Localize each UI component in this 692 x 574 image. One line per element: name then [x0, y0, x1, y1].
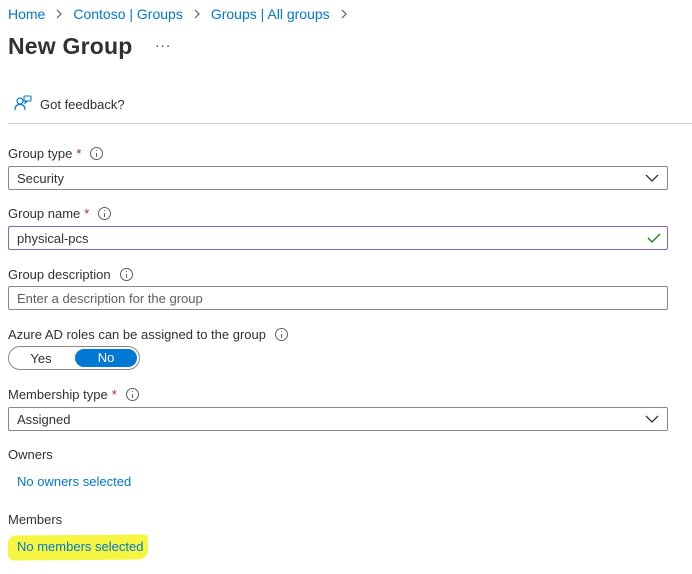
- chevron-right-icon: [50, 7, 68, 21]
- membership-type-dropdown[interactable]: Assigned: [8, 407, 668, 431]
- group-type-value: Security: [17, 170, 64, 186]
- group-name-value: physical-pcs: [17, 230, 89, 246]
- azure-ad-roles-label-text: Azure AD roles can be assigned to the gr…: [8, 327, 266, 342]
- group-description-placeholder: Enter a description for the group: [17, 290, 203, 306]
- chevron-right-icon: [188, 7, 206, 21]
- divider: [8, 123, 692, 124]
- group-name-input[interactable]: physical-pcs: [8, 226, 668, 250]
- toggle-no-option[interactable]: No: [75, 349, 137, 367]
- chevron-down-icon: [645, 172, 659, 187]
- group-description-input[interactable]: Enter a description for the group: [8, 286, 668, 310]
- feedback-icon: [14, 95, 40, 114]
- group-description-label-text: Group description: [8, 267, 111, 282]
- more-options-button[interactable]: ...: [155, 34, 171, 52]
- group-type-dropdown[interactable]: Security: [8, 166, 668, 190]
- toggle-yes-option[interactable]: Yes: [9, 351, 73, 366]
- page-title: New Group: [8, 33, 133, 59]
- required-mark: *: [76, 146, 82, 161]
- azure-ad-roles-toggle[interactable]: Yes No: [8, 346, 140, 370]
- breadcrumb-contoso-groups[interactable]: Contoso | Groups: [73, 6, 182, 22]
- breadcrumb-home[interactable]: Home: [8, 6, 45, 22]
- no-members-selected-link[interactable]: No members selected: [17, 539, 143, 554]
- membership-type-label: Membership type *: [8, 387, 139, 402]
- feedback-label: Got feedback?: [40, 97, 125, 112]
- group-name-label-text: Group name: [8, 206, 81, 221]
- required-mark: *: [111, 387, 117, 402]
- info-icon[interactable]: [119, 268, 133, 281]
- breadcrumb: Home Contoso | Groups Groups | All group…: [8, 6, 358, 22]
- membership-type-label-text: Membership type: [8, 387, 108, 402]
- chevron-down-icon: [645, 413, 659, 428]
- group-description-label: Group description: [8, 267, 133, 282]
- info-icon[interactable]: [98, 207, 112, 220]
- info-icon[interactable]: [275, 328, 288, 341]
- owners-label: Owners: [8, 447, 53, 462]
- breadcrumb-all-groups[interactable]: Groups | All groups: [211, 6, 330, 22]
- group-type-label-text: Group type: [8, 146, 73, 161]
- info-icon[interactable]: [125, 388, 139, 401]
- azure-ad-roles-label: Azure AD roles can be assigned to the gr…: [8, 327, 288, 342]
- required-mark: *: [84, 206, 90, 221]
- members-label: Members: [8, 512, 63, 527]
- membership-type-value: Assigned: [17, 411, 71, 427]
- checkmark-icon: [647, 232, 661, 247]
- no-owners-selected-link[interactable]: No owners selected: [17, 474, 131, 489]
- group-name-label: Group name *: [8, 206, 112, 221]
- info-icon[interactable]: [90, 147, 104, 160]
- chevron-right-icon: [335, 7, 353, 21]
- feedback-button[interactable]: Got feedback?: [14, 95, 125, 114]
- group-type-label: Group type *: [8, 146, 104, 161]
